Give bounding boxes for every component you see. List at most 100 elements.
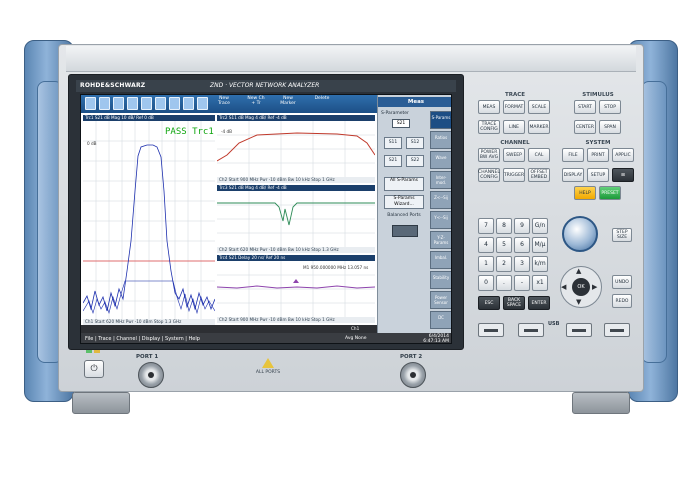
tab-dc[interactable]: DC bbox=[430, 311, 451, 329]
marker-key[interactable]: MARKER bbox=[528, 120, 550, 134]
applic-key[interactable]: APPLIC bbox=[612, 148, 634, 162]
trace-config-key[interactable]: TRACE CONFIG bbox=[478, 120, 500, 134]
usb-port-2[interactable] bbox=[518, 323, 544, 337]
marker-search-icon[interactable] bbox=[183, 97, 194, 110]
tab-yz-params[interactable]: Y-Z-Params bbox=[430, 231, 451, 249]
tab-ratios[interactable]: Ratios bbox=[430, 131, 451, 149]
print-icon[interactable] bbox=[113, 97, 124, 110]
key-4[interactable]: 4 bbox=[478, 237, 494, 253]
toolbar-new-marker[interactable]: New Marker bbox=[277, 96, 299, 106]
preset-key[interactable]: PRESET bbox=[599, 186, 621, 200]
display-key[interactable]: DISPLAY bbox=[562, 168, 584, 182]
usb-port-4[interactable] bbox=[604, 323, 630, 337]
arrow-right-icon[interactable]: ▶ bbox=[592, 283, 597, 291]
tab-intermod[interactable]: Inter-mod. bbox=[430, 171, 451, 189]
s22-button[interactable]: S22 bbox=[406, 155, 424, 167]
channel-config-key[interactable]: CHANNEL CONFIG bbox=[478, 168, 500, 182]
meas-key[interactable]: MEAS bbox=[478, 100, 500, 114]
arrow-up-icon[interactable]: ▲ bbox=[576, 267, 581, 275]
line-key[interactable]: LINE bbox=[503, 120, 525, 134]
sparams-wizard-button[interactable]: S-Params Wizard... bbox=[384, 195, 424, 209]
span-key[interactable]: SPAN bbox=[599, 120, 621, 134]
redo-icon[interactable] bbox=[141, 97, 152, 110]
backspace-key[interactable]: BACK SPACE bbox=[503, 296, 525, 310]
windows-key[interactable]: ⊞ bbox=[612, 168, 634, 182]
stop-key[interactable]: STOP bbox=[599, 100, 621, 114]
tab-wave[interactable]: Wave bbox=[430, 151, 451, 169]
tab-z-sij[interactable]: Z<--Sij bbox=[430, 191, 451, 209]
key-x1[interactable]: x1 bbox=[532, 275, 548, 291]
key-dot[interactable]: . bbox=[496, 275, 512, 291]
key-8[interactable]: 8 bbox=[496, 218, 512, 234]
key-0[interactable]: 0 bbox=[478, 275, 494, 291]
help-key[interactable]: HELP bbox=[574, 186, 596, 200]
sweep-key[interactable]: SWEEP bbox=[503, 148, 525, 162]
arrow-left-icon[interactable]: ◀ bbox=[561, 283, 566, 291]
status-bar: Ch1 bbox=[81, 325, 377, 333]
trigger-key[interactable]: TRIGGER bbox=[503, 168, 525, 182]
ok-button[interactable]: OK bbox=[572, 278, 590, 296]
usb-port-1[interactable] bbox=[478, 323, 504, 337]
key-5[interactable]: 5 bbox=[496, 237, 512, 253]
power-bw-avg-key[interactable]: POWER BW AVG bbox=[478, 148, 500, 162]
start-key[interactable]: START bbox=[574, 100, 596, 114]
zoom-icon[interactable] bbox=[169, 97, 180, 110]
key-giga[interactable]: G/n bbox=[532, 218, 548, 234]
rotary-knob[interactable] bbox=[562, 216, 598, 252]
format-key[interactable]: FORMAT bbox=[503, 100, 525, 114]
menu-items[interactable]: File | Trace | Channel | Display | Syste… bbox=[85, 336, 200, 342]
key-7[interactable]: 7 bbox=[478, 218, 494, 234]
esc-key[interactable]: ESC bbox=[478, 296, 500, 310]
file-key[interactable]: FILE bbox=[562, 148, 584, 162]
key-kilo[interactable]: k/m bbox=[532, 256, 548, 272]
undo-icon[interactable] bbox=[127, 97, 138, 110]
toolbar-delete[interactable]: Delete bbox=[311, 96, 333, 101]
s21-button[interactable]: S21 bbox=[384, 155, 402, 167]
key-3[interactable]: 3 bbox=[514, 256, 530, 272]
step-size-key[interactable]: STEP SIZE bbox=[612, 228, 632, 242]
arrow-down-icon[interactable]: ▼ bbox=[576, 298, 581, 306]
port-2-connector[interactable] bbox=[400, 362, 426, 388]
window-icon[interactable] bbox=[155, 97, 166, 110]
all-ports-label: ALL PORTS bbox=[255, 370, 281, 375]
sparam-select[interactable]: S21 bbox=[392, 119, 410, 128]
display-screen: New Trace New Ch + Tr New Marker Delete … bbox=[80, 94, 452, 344]
tab-imbal[interactable]: Imbal. bbox=[430, 251, 451, 269]
print-key[interactable]: PRINT bbox=[587, 148, 609, 162]
key-9[interactable]: 9 bbox=[514, 218, 530, 234]
s12-button[interactable]: S12 bbox=[406, 137, 424, 149]
open-icon[interactable] bbox=[85, 97, 96, 110]
usb-port-3[interactable] bbox=[566, 323, 592, 337]
setup-key[interactable]: SETUP bbox=[587, 168, 609, 182]
balanced-ports-icon[interactable] bbox=[392, 225, 418, 237]
middle-diagram-plot[interactable] bbox=[217, 191, 375, 247]
key-1[interactable]: 1 bbox=[478, 256, 494, 272]
toolbar-new-channel[interactable]: New Ch + Tr bbox=[245, 96, 267, 106]
offset-embed-key[interactable]: OFFSET EMBED bbox=[528, 168, 550, 182]
left-diagram-plot[interactable] bbox=[82, 121, 216, 319]
center-key[interactable]: CENTER bbox=[574, 120, 596, 134]
key-2[interactable]: 2 bbox=[496, 256, 512, 272]
tab-power-sensor[interactable]: Power Sensor bbox=[430, 291, 451, 309]
top-diagram-plot[interactable] bbox=[216, 121, 376, 177]
enter-key[interactable]: ENTER bbox=[528, 296, 550, 310]
toolbar-new-trace[interactable]: New Trace bbox=[213, 96, 235, 106]
port-1-connector[interactable] bbox=[138, 362, 164, 388]
cal-icon[interactable] bbox=[197, 97, 208, 110]
key-minus[interactable]: - bbox=[514, 275, 530, 291]
tab-sparams[interactable]: S-Params bbox=[430, 111, 451, 129]
tab-stability[interactable]: Stability bbox=[430, 271, 451, 289]
stimulus-group-label: STIMULUS bbox=[582, 92, 614, 98]
key-mega[interactable]: M/μ bbox=[532, 237, 548, 253]
cal-key[interactable]: CAL bbox=[528, 148, 550, 162]
power-led-amber bbox=[94, 350, 100, 353]
tab-y-sij[interactable]: Y<--Sij bbox=[430, 211, 451, 229]
redo-key[interactable]: REDO bbox=[612, 294, 632, 308]
s11-button[interactable]: S11 bbox=[384, 137, 402, 149]
save-icon[interactable] bbox=[99, 97, 110, 110]
all-sparams-button[interactable]: All S-Params bbox=[384, 177, 424, 191]
key-6[interactable]: 6 bbox=[514, 237, 530, 253]
power-button[interactable]: ⏻ bbox=[84, 360, 104, 378]
undo-key[interactable]: UNDO bbox=[612, 275, 632, 289]
scale-key[interactable]: SCALE bbox=[528, 100, 550, 114]
